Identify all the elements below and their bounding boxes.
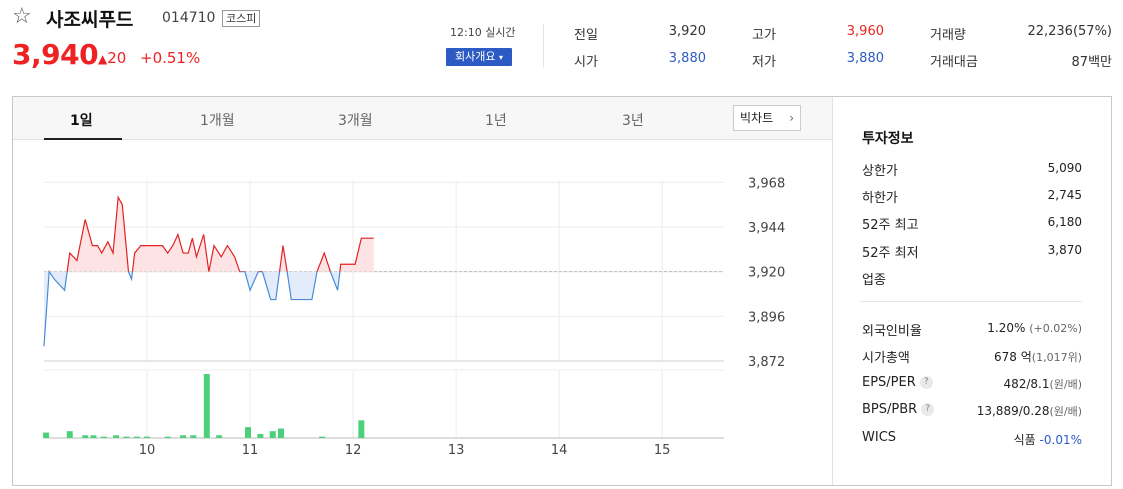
volume-bar [257,433,264,438]
volume-bar [358,420,365,438]
volume-bar [82,435,89,438]
foreign-change: (+0.02%) [1029,322,1082,335]
info-value-52w-low: 3,870 [1047,243,1082,257]
y-tick-label: 3,968 [748,176,785,191]
wics-sector[interactable]: 식품 [1014,433,1036,447]
volume-bar [277,428,284,438]
info-value-eps-per: 482/8.1(원/배) [940,376,1082,392]
info-label-sector: 업종 [862,273,886,288]
info-value-wics: 식품 -0.01% [940,431,1082,448]
help-icon[interactable]: ? [919,376,933,389]
info-value-foreign: 1.20% (+0.02%) [940,321,1082,335]
info-label-lower-limit: 하한가 [862,191,898,206]
bps-pbr-label: BPS/PBR [862,402,918,417]
volume-bar [164,436,171,438]
info-label-eps-per: EPS/PER? [862,375,933,390]
volume-bar [113,435,120,438]
info-label-foreign: 외국인비율 [862,324,922,339]
bps-pbr-value: 13,889/0.28 [976,404,1050,418]
info-label-52w-high: 52주 최고 [862,218,919,233]
help-icon[interactable]: ? [921,403,935,416]
x-tick-label: 15 [654,443,671,458]
market-cap-rank: (1,017위) [1031,351,1082,364]
bps-pbr-unit: (원/배) [1049,405,1082,418]
x-tick-label: 13 [448,443,465,458]
info-value-52w-high: 6,180 [1047,215,1082,229]
eps-per-unit: (원/배) [1049,378,1082,391]
y-tick-label: 3,920 [748,266,785,281]
volume-bar [123,436,130,438]
wics-change: -0.01% [1039,433,1082,447]
volume-bar [43,432,50,438]
x-tick-label: 10 [139,443,156,458]
volume-bar [100,436,107,438]
volume-bar [190,435,197,438]
eps-per-value: 482/8.1 [1003,377,1050,391]
volume-bar [144,436,151,438]
volume-bar [245,427,251,438]
volume-bar [269,431,276,438]
stat-value-volume: 22,236(57%) [1027,24,1112,39]
volume-bar [319,436,326,438]
info-label-wics: WICS [862,430,897,445]
info-label-market-cap: 시가총액 [862,351,910,366]
market-cap-value: 678 억 [994,350,1032,364]
y-tick-label: 3,896 [748,310,785,325]
scroll-hint-icon[interactable]: ︵ ︵ [530,483,551,489]
intraday-chart[interactable]: 3,968 3,944 3,920 3,896 3,872 10 11 12 13 14 15 [0,0,832,489]
eps-per-label: EPS/PER [862,375,916,390]
info-label-bps-pbr: BPS/PBR? [862,402,935,417]
info-value-lower-limit: 2,745 [1047,188,1082,202]
volume-bar [216,435,223,438]
info-divider [860,301,1082,302]
stock-page: ☆ 사조씨푸드 014710 코스피 3,940 ▲20 +0.51% 12:1… [0,0,1123,489]
stat-label-volume: 거래량 [930,28,966,43]
info-label-upper-limit: 상한가 [862,164,898,179]
info-title: 투자정보 [862,131,914,147]
panel-divider [832,97,833,485]
stat-value-amount: 87백만 [1071,55,1112,70]
volume-bar [66,431,73,438]
volume-bar [180,435,187,438]
y-tick-label: 3,872 [748,355,785,370]
x-tick-label: 14 [551,443,568,458]
info-value-upper-limit: 5,090 [1047,161,1082,175]
stat-label-amount: 거래대금 [930,55,978,70]
foreign-value: 1.20% [987,321,1026,335]
info-value-market-cap: 678 억(1,017위) [940,348,1082,365]
x-tick-label: 12 [345,443,362,458]
volume-bar [133,436,140,438]
info-label-52w-low: 52주 최저 [862,246,919,261]
volume-bar [90,435,97,438]
x-tick-label: 11 [242,443,259,458]
volume-bar [203,374,210,438]
info-value-bps-pbr: 13,889/0.28(원/배) [940,403,1082,419]
y-tick-label: 3,944 [748,221,785,236]
